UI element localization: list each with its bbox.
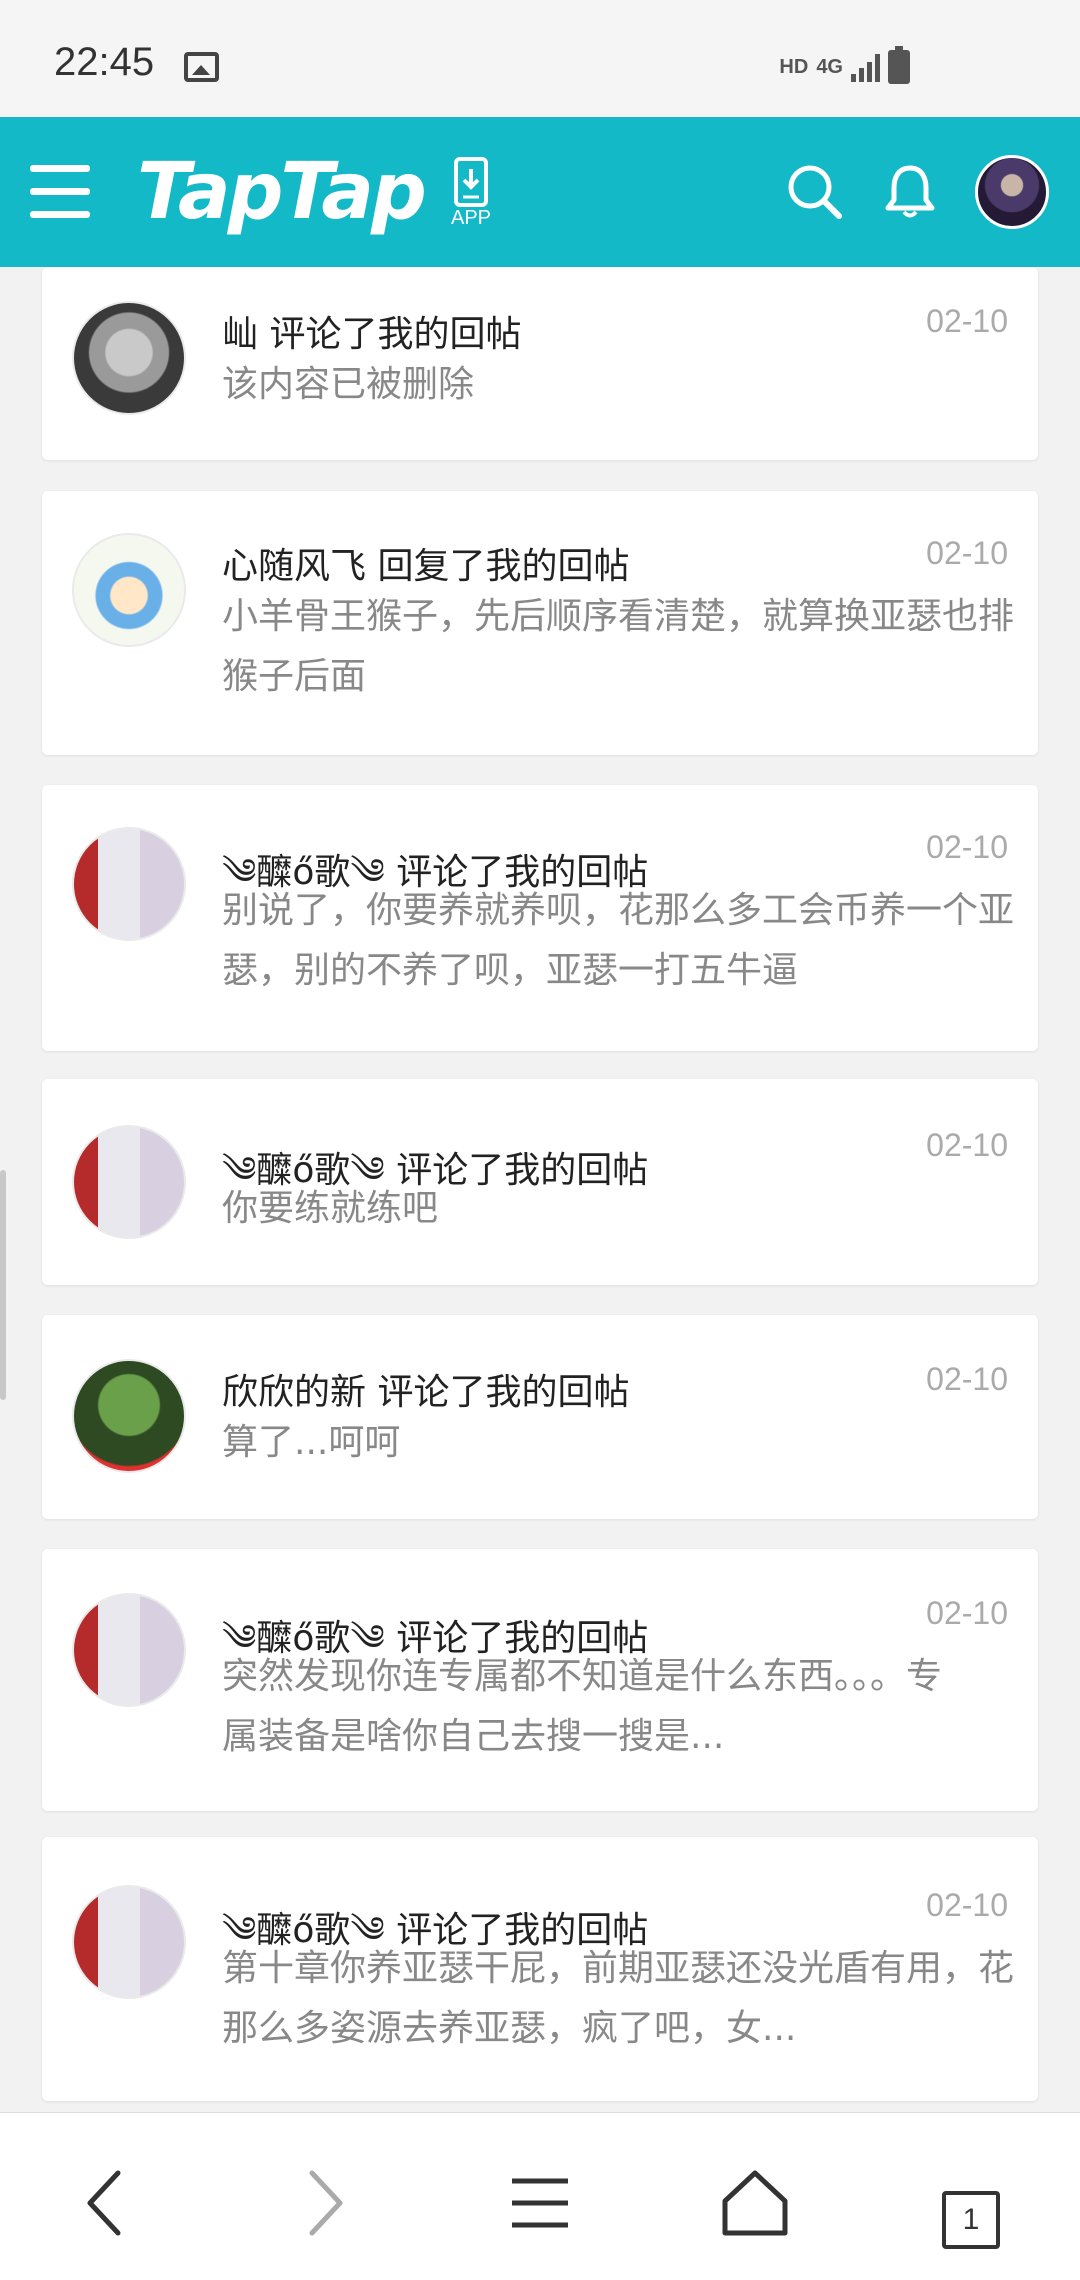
image-notification-icon: [184, 52, 219, 82]
user-avatar[interactable]: [975, 155, 1049, 229]
notification-content: 别说了，你要养就养呗，花那么多工会币养一个亚瑟，别的不养了呗，亚瑟一打五牛逼: [222, 890, 1015, 991]
notification-date: 02-10: [926, 829, 1008, 865]
scrollbar[interactable]: [0, 1170, 6, 1400]
network-label: 4G: [816, 56, 843, 78]
notification-item[interactable]: ༄醾ő歌༄ 评论了我的回帖 02-10 第十章你养亚瑟干屁，前期亚瑟还没光盾有用…: [42, 1837, 1038, 2101]
notification-content: 小羊骨王猴子，先后顺序看清楚，就算换亚瑟也排猴子后面: [222, 596, 1015, 697]
notification-content: 突然发现你连专属都不知道是什么东西。。。专属装备是啥你自己去搜一搜是...: [222, 1656, 942, 1757]
browser-bottom-nav: 1: [0, 2112, 1080, 2280]
notification-content: 第十章你养亚瑟干屁，前期亚瑟还没光盾有用，花那么多姿源去养亚瑟，疯了吧，女...: [222, 1948, 1015, 2049]
avatar[interactable]: [72, 1359, 186, 1473]
signal-icon: [851, 52, 880, 82]
search-icon[interactable]: [785, 162, 845, 222]
notification-item[interactable]: 欣欣的新 评论了我的回帖 02-10 算了...呵呵: [42, 1315, 1038, 1519]
notification-item[interactable]: ༄醾ő歌༄ 评论了我的回帖 02-10 别说了，你要养就养呗，花那么多工会币养一…: [42, 785, 1038, 1051]
forward-arrow-icon[interactable]: [284, 2163, 364, 2243]
notification-content: 该内容已被删除: [222, 364, 475, 405]
notification-item[interactable]: 屾 评论了我的回帖 02-10 该内容已被删除: [42, 267, 1038, 460]
notification-content: 你要练就练吧: [222, 1188, 439, 1229]
bell-icon[interactable]: [880, 162, 940, 222]
avatar[interactable]: [72, 301, 186, 415]
notification-date: 02-10: [926, 303, 1008, 339]
avatar[interactable]: [72, 533, 186, 647]
tabs-count-button[interactable]: 1: [942, 2191, 1000, 2249]
battery-icon: [888, 46, 910, 84]
notification-date: 02-10: [926, 1361, 1008, 1397]
notification-item[interactable]: 心随风飞 回复了我的回帖 02-10 小羊骨王猴子，先后顺序看清楚，就算换亚瑟也…: [42, 491, 1038, 755]
avatar[interactable]: [72, 1593, 186, 1707]
notification-item[interactable]: ༄醾ő歌༄ 评论了我的回帖 02-10 突然发现你连专属都不知道是什么东西。。。…: [42, 1549, 1038, 1811]
status-bar: 22:45 HD 4G: [0, 0, 1080, 117]
status-indicators: HD 4G: [779, 46, 910, 84]
notification-date: 02-10: [926, 535, 1008, 571]
avatar[interactable]: [72, 827, 186, 941]
taptap-logo[interactable]: TapTap: [137, 147, 427, 237]
avatar[interactable]: [72, 1885, 186, 1999]
menu-icon[interactable]: [30, 165, 90, 219]
notification-item[interactable]: ༄醾ő歌༄ 评论了我的回帖 02-10 你要练就练吧: [42, 1079, 1038, 1285]
avatar[interactable]: [72, 1125, 186, 1239]
hd-label: HD: [779, 55, 809, 78]
notification-title: 屾 评论了我的回帖: [222, 314, 522, 355]
notification-date: 02-10: [926, 1595, 1008, 1631]
notification-title: 欣欣的新 评论了我的回帖: [222, 1372, 630, 1413]
notification-date: 02-10: [926, 1887, 1008, 1923]
status-time: 22:45: [54, 40, 155, 84]
back-arrow-icon[interactable]: [66, 2163, 146, 2243]
notification-title: 心随风飞 回复了我的回帖: [222, 546, 630, 587]
app-label: APP: [450, 207, 492, 229]
notification-date: 02-10: [926, 1127, 1008, 1163]
menu-lines-icon[interactable]: [500, 2163, 580, 2243]
app-header: TapTap APP: [0, 117, 1080, 267]
app-download-button[interactable]: APP: [446, 157, 496, 230]
home-icon[interactable]: [715, 2163, 795, 2243]
phone-download-icon: [454, 157, 488, 207]
notification-content: 算了...呵呵: [222, 1422, 401, 1463]
